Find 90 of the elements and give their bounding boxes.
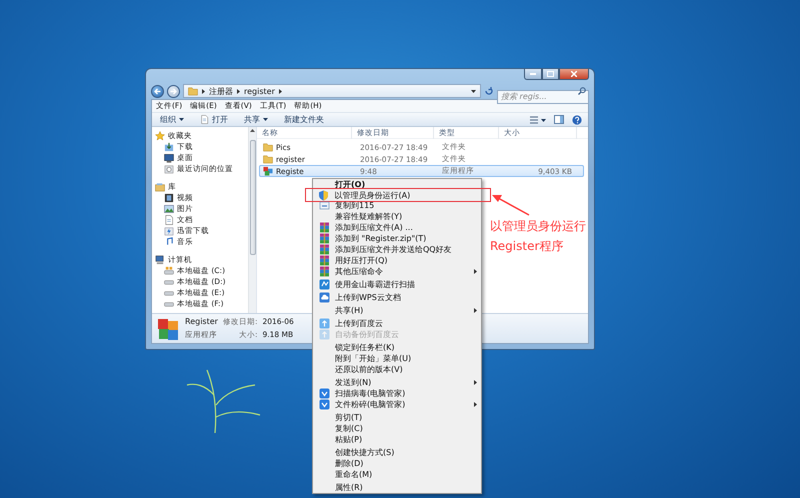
view-options-icon[interactable] bbox=[530, 116, 546, 124]
caret-icon bbox=[179, 118, 184, 121]
menu-item[interactable]: 使用金山毒霸进行扫描 bbox=[313, 279, 481, 290]
recent-places-icon bbox=[164, 164, 174, 174]
chevron-icon bbox=[278, 88, 282, 94]
star-icon bbox=[155, 130, 165, 140]
app-icon bbox=[263, 166, 273, 176]
breadcrumb-item[interactable]: register bbox=[244, 86, 275, 96]
menu-item[interactable]: 复制(C) bbox=[313, 423, 481, 434]
archive-icon bbox=[318, 222, 330, 233]
menu-item[interactable]: 粘贴(P) bbox=[313, 434, 481, 445]
forward-arrow-icon bbox=[170, 88, 177, 94]
preview-pane-icon[interactable] bbox=[554, 115, 564, 124]
dropdown-arrow-icon[interactable] bbox=[471, 90, 476, 92]
cloud-icon bbox=[318, 292, 330, 303]
chevron-icon bbox=[202, 88, 205, 94]
menu-item[interactable]: 共享(H) bbox=[313, 305, 481, 316]
search-field[interactable]: 搜索 regis... bbox=[497, 90, 589, 104]
upload-cloud-icon bbox=[318, 318, 330, 329]
menu-item[interactable]: 重命名(M) bbox=[313, 469, 481, 480]
toolbar-button[interactable]: 共享 bbox=[242, 114, 270, 126]
minimize-icon bbox=[530, 73, 536, 75]
menu-item[interactable]: 剪切(T) bbox=[313, 412, 481, 423]
menu-item[interactable]: 文件粉碎(电脑管家) bbox=[313, 399, 481, 410]
menu-item[interactable]: 添加到压缩文件并发送给QQ好友 bbox=[313, 244, 481, 255]
menu-item[interactable]: 添加到压缩文件(A) ... bbox=[313, 222, 481, 233]
download-folder-icon bbox=[164, 142, 174, 152]
menu-item[interactable]: 创建快捷方式(S) bbox=[313, 447, 481, 458]
menu-item[interactable]: 发送到(N) bbox=[313, 377, 481, 388]
document-icon bbox=[200, 115, 209, 124]
archive-icon bbox=[318, 255, 330, 266]
maximize-icon bbox=[547, 71, 554, 77]
toolbar-button[interactable]: 组织 bbox=[158, 114, 186, 126]
annotation-text: Register程序 bbox=[490, 238, 564, 255]
menu-item[interactable]: 以管理员身份运行(A) bbox=[312, 190, 482, 200]
submenu-arrow-icon bbox=[474, 380, 476, 385]
menu-item[interactable]: 其他压缩命令 bbox=[313, 266, 481, 277]
archive-icon bbox=[318, 266, 330, 277]
scan-icon bbox=[318, 279, 330, 290]
back-arrow-icon bbox=[154, 88, 161, 94]
chevron-icon bbox=[237, 88, 240, 94]
scroll-up-icon[interactable] bbox=[250, 129, 255, 132]
submenu-arrow-icon bbox=[474, 402, 476, 407]
submenu-arrow-icon bbox=[474, 269, 476, 274]
film-icon bbox=[164, 192, 174, 202]
document-icon bbox=[164, 214, 174, 224]
folder-icon bbox=[188, 86, 198, 96]
menu-item[interactable]: 上传到百度云 bbox=[313, 318, 481, 329]
menu-item[interactable]: 兼容性疑难解答(Y) bbox=[313, 211, 481, 222]
menu-item[interactable]: 锁定到任务栏(K) bbox=[313, 342, 481, 353]
menu-item[interactable]: 复制到115 bbox=[313, 200, 481, 211]
menu-item[interactable]: 还原以前的版本(V) bbox=[313, 364, 481, 375]
toolbar-button[interactable]: 打开 bbox=[198, 114, 230, 126]
scrollbar-thumb[interactable] bbox=[250, 140, 256, 255]
menu-item[interactable]: 用好压打开(Q) bbox=[313, 255, 481, 266]
caret-icon bbox=[263, 118, 268, 121]
maximize-button[interactable] bbox=[542, 69, 559, 80]
back-button[interactable] bbox=[151, 84, 164, 98]
archive-icon bbox=[318, 233, 330, 244]
menu-item[interactable]: 扫描病毒(电脑管家) bbox=[313, 388, 481, 399]
scrollbar[interactable] bbox=[248, 127, 256, 313]
menu-item[interactable]: 属性(R) bbox=[313, 482, 481, 493]
upload-cloud-icon bbox=[318, 329, 330, 340]
toolbar-button[interactable]: 新建文件夹 bbox=[282, 114, 326, 126]
forward-button[interactable] bbox=[167, 84, 180, 98]
archive-icon bbox=[318, 244, 330, 255]
menu-item[interactable]: 添加到 "Register.zip"(T) bbox=[313, 233, 481, 244]
close-icon bbox=[571, 71, 577, 77]
annotation-text: 以管理员身份运行 bbox=[490, 218, 586, 235]
refresh-icon[interactable] bbox=[484, 86, 494, 96]
breadcrumb-item[interactable]: 注册器 bbox=[209, 86, 233, 96]
minimize-button[interactable] bbox=[524, 69, 542, 80]
submenu-arrow-icon bbox=[474, 308, 476, 313]
app-icon bbox=[156, 316, 180, 340]
file-name: Register bbox=[185, 317, 218, 327]
computer-icon bbox=[155, 254, 165, 264]
menu-item[interactable]: 删除(D) bbox=[313, 458, 481, 469]
menu-item[interactable]: 上传到WPS云文档 bbox=[313, 292, 481, 303]
search-icon bbox=[578, 87, 586, 95]
close-button[interactable] bbox=[559, 69, 589, 80]
download-folder-icon bbox=[164, 226, 174, 236]
picture-icon bbox=[164, 204, 174, 214]
menu-item[interactable]: 附到「开始」菜单(U) bbox=[313, 353, 481, 364]
system-drive-icon bbox=[164, 266, 174, 276]
address-field[interactable]: 注册器 register bbox=[183, 84, 481, 98]
arrow-drawing bbox=[492, 194, 530, 216]
menu-item[interactable]: 打开(O) bbox=[313, 179, 481, 190]
desktop-icon bbox=[164, 152, 174, 162]
help-icon[interactable] bbox=[572, 114, 582, 124]
library-icon bbox=[155, 182, 165, 192]
